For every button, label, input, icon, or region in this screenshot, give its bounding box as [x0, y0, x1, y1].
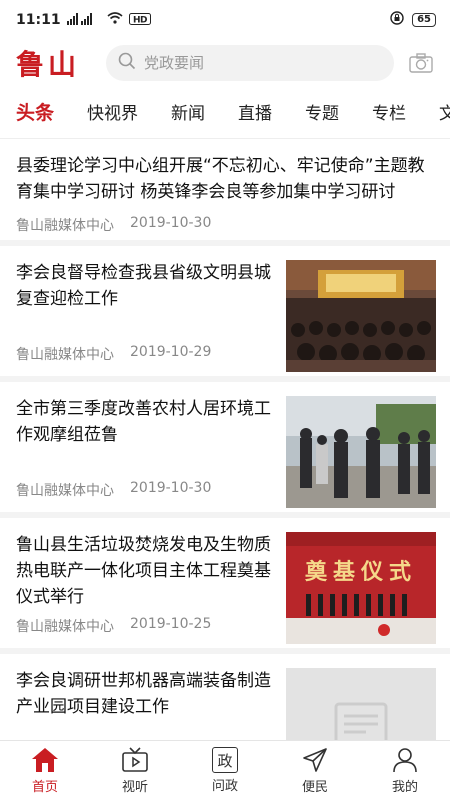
signal-icon: [66, 12, 101, 28]
battery-indicator: 65: [412, 13, 436, 27]
user-icon: [391, 746, 419, 774]
search-bar[interactable]: [106, 44, 394, 81]
tabbar-label: 问政: [211, 779, 238, 794]
news-source: 鲁山融媒体中心: [16, 619, 114, 635]
news-thumbnail-placeholder: [286, 668, 436, 740]
news-thumbnail: 奠基仪式: [286, 532, 436, 644]
tabbar-label: 便民: [301, 780, 328, 795]
news-meta: 鲁山融媒体中心 2019-10-30: [16, 480, 211, 500]
news-item[interactable]: 全市第三季度改善农村人居环境工作观摩组莅鲁 鲁山融媒体中心 2019-10-30: [0, 382, 450, 518]
svg-text:HD: HD: [133, 15, 147, 25]
tabbar-home[interactable]: 首页: [15, 746, 75, 795]
news-title: 县委理论学习中心组开展“不忘初心、牢记使命”主题教育集中学习研讨 杨英锋李会良等…: [16, 156, 425, 202]
news-date: 2019-10-30: [130, 480, 212, 496]
hd-icon: HD: [128, 12, 151, 28]
thumbnail-caption: 奠基仪式: [304, 560, 417, 585]
status-bar: 11:11 HD 65: [0, 0, 450, 40]
tab-headline[interactable]: 头条: [16, 98, 54, 125]
category-tabs: 头条 快视界 新闻 直播 专题 专栏 文化: [0, 85, 450, 139]
news-item[interactable]: 鲁山县生活垃圾焚烧发电及生物质热电联产一体化项目主体工程奠基仪式举行 鲁山融媒体…: [0, 518, 450, 654]
news-meta: 鲁山融媒体中心 2019-10-25: [16, 616, 211, 636]
tabbar-audio-video[interactable]: 视听: [105, 746, 165, 795]
news-meta: 鲁山融媒体中心 2019-10-30: [16, 215, 436, 235]
search-input[interactable]: [144, 53, 382, 72]
news-source: 鲁山融媒体中心: [16, 483, 114, 499]
camera-icon[interactable]: [406, 48, 436, 78]
news-date: 2019-10-29: [130, 344, 212, 360]
send-icon: [301, 746, 329, 774]
news-title: 李会良督导检查我县省级文明县城复查迎检工作: [16, 263, 271, 309]
tabbar-label: 视听: [121, 780, 148, 795]
search-icon: [118, 52, 136, 74]
tab-column[interactable]: 专栏: [372, 99, 406, 124]
status-time: 11:11: [16, 12, 61, 28]
news-source: 鲁山融媒体中心: [16, 347, 114, 363]
tabbar-wenzheng[interactable]: 政 问政: [195, 747, 255, 794]
news-source: 鲁山融媒体中心: [16, 218, 114, 234]
tab-live[interactable]: 直播: [238, 99, 272, 124]
news-item[interactable]: 李会良调研世邦机器高端装备制造产业园项目建设工作: [0, 654, 450, 740]
news-item[interactable]: 李会良督导检查我县省级文明县城复查迎检工作 鲁山融媒体中心 2019-10-29: [0, 246, 450, 382]
tabbar-label: 我的: [391, 780, 418, 795]
news-date: 2019-10-30: [130, 215, 212, 231]
app-logo: 鲁山: [16, 47, 81, 81]
news-feed: 县委理论学习中心组开展“不忘初心、牢记使命”主题教育集中学习研讨 杨英锋李会良等…: [0, 139, 450, 740]
tabbar-convenience[interactable]: 便民: [285, 746, 345, 795]
app-header: 鲁山: [0, 40, 450, 85]
wenzheng-icon: 政: [212, 747, 238, 773]
news-title: 全市第三季度改善农村人居环境工作观摩组莅鲁: [16, 399, 271, 445]
home-icon: [31, 746, 59, 774]
tabbar-label: 首页: [31, 780, 58, 795]
wifi-icon: [107, 12, 123, 28]
tab-news[interactable]: 新闻: [171, 99, 205, 124]
lock-icon: [390, 11, 404, 29]
tab-special[interactable]: 专题: [305, 99, 339, 124]
news-meta: 鲁山融媒体中心 2019-10-29: [16, 344, 211, 364]
news-title: 李会良调研世邦机器高端装备制造产业园项目建设工作: [16, 671, 271, 717]
bottom-tab-bar: 首页 视听 政 问政 便民 我的: [0, 740, 450, 800]
tabbar-mine[interactable]: 我的: [375, 746, 435, 795]
news-item[interactable]: 县委理论学习中心组开展“不忘初心、牢记使命”主题教育集中学习研讨 杨英锋李会良等…: [0, 139, 450, 246]
news-thumbnail: [286, 396, 436, 508]
tv-icon: [121, 746, 149, 774]
tab-culture[interactable]: 文化: [439, 99, 450, 124]
news-title: 鲁山县生活垃圾焚烧发电及生物质热电联产一体化项目主体工程奠基仪式举行: [16, 535, 271, 607]
news-date: 2019-10-25: [130, 616, 212, 632]
news-thumbnail: [286, 260, 436, 372]
tab-quick-view[interactable]: 快视界: [87, 99, 138, 124]
image-placeholder-icon: [334, 702, 388, 740]
